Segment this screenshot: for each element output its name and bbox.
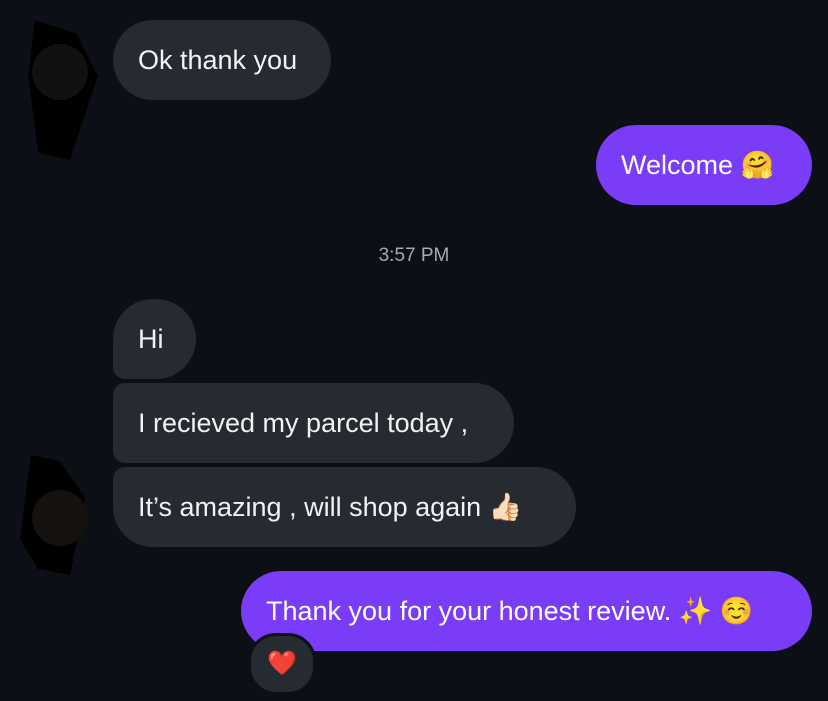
message-text: Ok thank you — [138, 45, 298, 75]
chat-thread: Ok thank you Welcome 🤗 3:57 PM Hi I reci… — [0, 0, 828, 701]
message-bubble-incoming[interactable]: It’s amazing , will shop again 👍🏻 — [113, 467, 576, 547]
reaction-emoji: ❤️ — [267, 650, 297, 677]
message-text: Thank you for your honest review. ✨ ☺️ — [266, 596, 754, 626]
contact-avatar[interactable] — [32, 44, 88, 100]
message-bubble-incoming[interactable]: Ok thank you — [113, 20, 331, 100]
message-bubble-incoming[interactable]: Hi — [113, 299, 196, 379]
message-text: I recieved my parcel today , — [138, 408, 469, 438]
message-text: Hi — [138, 324, 164, 354]
message-bubble-outgoing[interactable]: Welcome 🤗 — [596, 125, 812, 205]
message-bubble-incoming[interactable]: I recieved my parcel today , — [113, 383, 514, 463]
message-text: Welcome 🤗 — [621, 150, 775, 180]
message-text: It’s amazing , will shop again 👍🏻 — [138, 492, 523, 522]
heart-reaction-icon[interactable]: ❤️ — [248, 633, 316, 695]
contact-avatar[interactable] — [32, 490, 88, 546]
message-timestamp: 3:57 PM — [378, 245, 450, 266]
message-bubble-outgoing[interactable]: Thank you for your honest review. ✨ ☺️ — [241, 571, 812, 651]
